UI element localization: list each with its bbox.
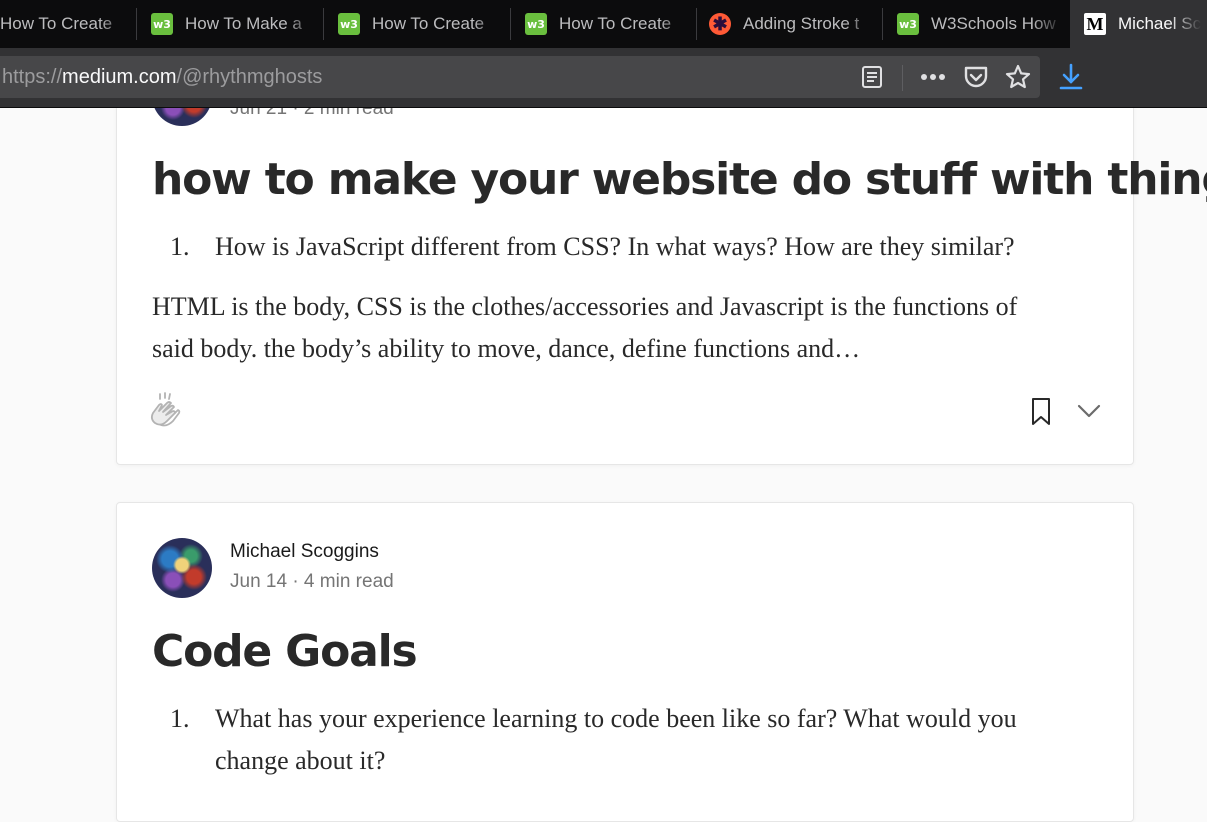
url-host: medium.com <box>62 66 177 88</box>
browser-tab[interactable]: ✱ Adding Stroke t <box>697 0 883 48</box>
asterisk-favicon-icon: ✱ <box>709 13 731 35</box>
download-icon[interactable] <box>1056 62 1086 92</box>
pocket-icon[interactable] <box>961 62 991 92</box>
navigation-toolbar: https://medium.com/@rhythmghosts <box>0 48 1207 108</box>
tab-title: Adding Stroke t <box>743 14 860 33</box>
list-item-text: How is JavaScript different from CSS? In… <box>215 232 1015 261</box>
author-name[interactable]: Michael Scoggins <box>230 541 379 563</box>
browser-tab[interactable]: w3 How To Create <box>324 0 511 48</box>
w3schools-favicon-icon: w3 <box>897 13 919 35</box>
post-excerpt: HTML is the body, CSS is the clothes/acc… <box>152 286 1112 370</box>
list-item-text: What has your experience learning to cod… <box>215 698 1017 782</box>
medium-favicon-icon: M <box>1084 13 1106 35</box>
clap-icon[interactable] <box>147 391 183 431</box>
tab-title: How To Create <box>0 14 113 33</box>
url-scheme: https:// <box>2 66 63 88</box>
more-actions-icon[interactable] <box>918 62 948 92</box>
list-number: 1. <box>170 232 190 261</box>
browser-tab[interactable]: w3 How To Create <box>511 0 697 48</box>
chevron-down-icon[interactable] <box>1076 402 1102 420</box>
post-meta: Jun 14 · 4 min read <box>230 571 394 592</box>
list-item-line: change about it? <box>215 746 386 775</box>
browser-tab[interactable]: How To Create <box>0 0 137 48</box>
tab-title: How To Create <box>559 14 672 33</box>
address-bar[interactable]: https://medium.com/@rhythmghosts <box>0 56 1040 98</box>
w3schools-favicon-icon: w3 <box>151 13 173 35</box>
tab-bar: How To Create w3 How To Make a w3 How To… <box>0 0 1207 48</box>
w3schools-favicon-icon: w3 <box>338 13 360 35</box>
tab-title: How To Create <box>372 14 485 33</box>
browser-tab[interactable]: w3 How To Make a <box>137 0 324 48</box>
url-path: /@rhythmghosts <box>176 66 323 88</box>
post-title[interactable]: how to make your website do stuff with t… <box>152 154 1207 205</box>
w3schools-favicon-icon: w3 <box>525 13 547 35</box>
tab-title: How To Make a <box>185 14 302 33</box>
excerpt-line: HTML is the body, CSS is the clothes/acc… <box>152 292 1018 321</box>
browser-tab[interactable]: w3 W3Schools How <box>883 0 1070 48</box>
reader-view-icon[interactable] <box>857 62 887 92</box>
list-number: 1. <box>170 704 190 733</box>
post-title[interactable]: Code Goals <box>152 626 418 677</box>
bookmark-icon[interactable] <box>1030 397 1052 427</box>
excerpt-line: said body. the body’s ability to move, d… <box>152 334 861 363</box>
url-text[interactable]: https://medium.com/@rhythmghosts <box>2 66 322 89</box>
list-item-line: What has your experience learning to cod… <box>215 704 1017 733</box>
browser-tab-active[interactable]: M Michael Sco <box>1070 0 1207 48</box>
author-avatar[interactable] <box>152 538 212 598</box>
bookmark-star-icon[interactable] <box>1003 62 1033 92</box>
